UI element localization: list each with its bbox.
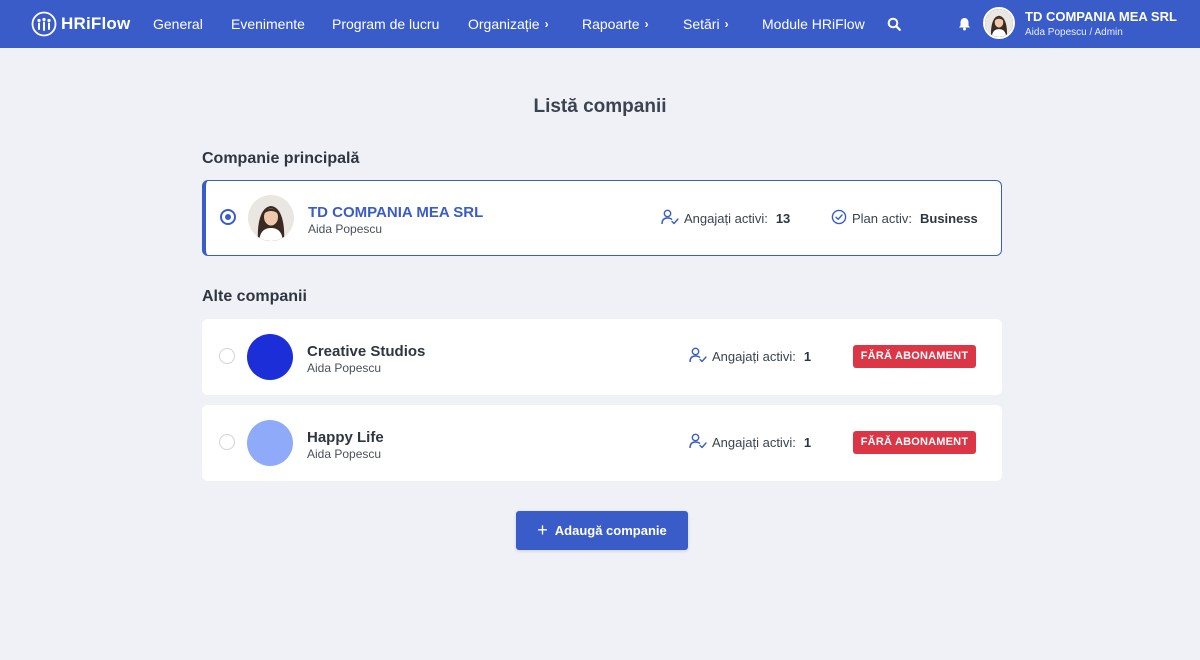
company-name[interactable]: Happy Life [307, 429, 384, 446]
company-card[interactable]: Happy Life Aida Popescu Angajați activi:… [202, 405, 1002, 481]
active-plan-stat: Plan activ: Business [831, 209, 978, 228]
company-name[interactable]: Creative Studios [307, 343, 425, 360]
employees-label: Angajați activi: [712, 435, 796, 450]
user-check-icon [689, 347, 707, 366]
header-company-name[interactable]: TD COMPANIA MEA SRL [1025, 9, 1177, 24]
plan-label: Plan activ: [852, 211, 912, 226]
check-circle-icon [831, 209, 847, 228]
nav-setari[interactable]: Setări › [683, 0, 729, 48]
employees-label: Angajați activi: [712, 349, 796, 364]
company-radio-selected[interactable] [220, 209, 236, 225]
company-name[interactable]: TD COMPANIA MEA SRL [308, 204, 483, 221]
add-company-label: Adaugă companie [554, 523, 667, 538]
no-subscription-badge: FĂRĂ ABONAMENT [853, 345, 976, 368]
company-card-primary[interactable]: TD COMPANIA MEA SRL Aida Popescu Angajaț… [202, 180, 1002, 256]
active-employees-stat: Angajați activi: 1 [689, 433, 811, 452]
chevron-right-icon: › [544, 17, 549, 31]
user-avatar[interactable] [983, 7, 1015, 39]
user-check-icon [689, 433, 707, 452]
user-check-icon [661, 209, 679, 228]
employees-label: Angajați activi: [684, 211, 768, 226]
employees-count: 13 [775, 211, 791, 226]
nav-organizatie[interactable]: Organizație › [468, 0, 549, 48]
nav-evenimente[interactable]: Evenimente [231, 0, 305, 48]
nav-program-de-lucru[interactable]: Program de lucru [332, 0, 439, 48]
company-avatar [247, 420, 293, 466]
search-icon[interactable] [887, 0, 901, 48]
company-owner: Aida Popescu [307, 361, 382, 375]
company-avatar [247, 334, 293, 380]
header-user-role: Aida Popescu / Admin [1025, 27, 1123, 38]
company-radio[interactable] [219, 434, 235, 450]
chevron-right-icon: › [724, 17, 729, 31]
employees-count: 1 [803, 435, 812, 450]
employees-count: 1 [803, 349, 812, 364]
plus-icon: + [537, 519, 548, 540]
chevron-right-icon: › [644, 17, 649, 31]
no-subscription-badge: FĂRĂ ABONAMENT [853, 431, 976, 454]
primary-section-title: Companie principală [202, 150, 360, 167]
bell-icon[interactable] [958, 0, 971, 48]
company-owner: Aida Popescu [307, 447, 382, 461]
active-employees-stat: Angajați activi: 1 [689, 347, 811, 366]
top-navbar: HRiFlow General Evenimente Program de lu… [0, 0, 1200, 48]
company-radio[interactable] [219, 348, 235, 364]
nav-general[interactable]: General [153, 0, 203, 48]
active-employees-stat: Angajați activi: 13 [661, 209, 790, 228]
nav-rapoarte[interactable]: Rapoarte › [582, 0, 649, 48]
add-company-button[interactable]: + Adaugă companie [516, 511, 688, 550]
company-card[interactable]: Creative Studios Aida Popescu Angajați a… [202, 319, 1002, 395]
page-title: Listă companii [533, 96, 667, 117]
plan-value: Business [919, 211, 978, 226]
company-owner: Aida Popescu [308, 222, 383, 236]
other-section-title: Alte companii [202, 288, 307, 305]
nav-module-hriflow[interactable]: Module HRiFlow [762, 0, 865, 48]
company-avatar [248, 195, 294, 241]
main-nav: General Evenimente Program de lucru Orga… [0, 0, 1200, 48]
